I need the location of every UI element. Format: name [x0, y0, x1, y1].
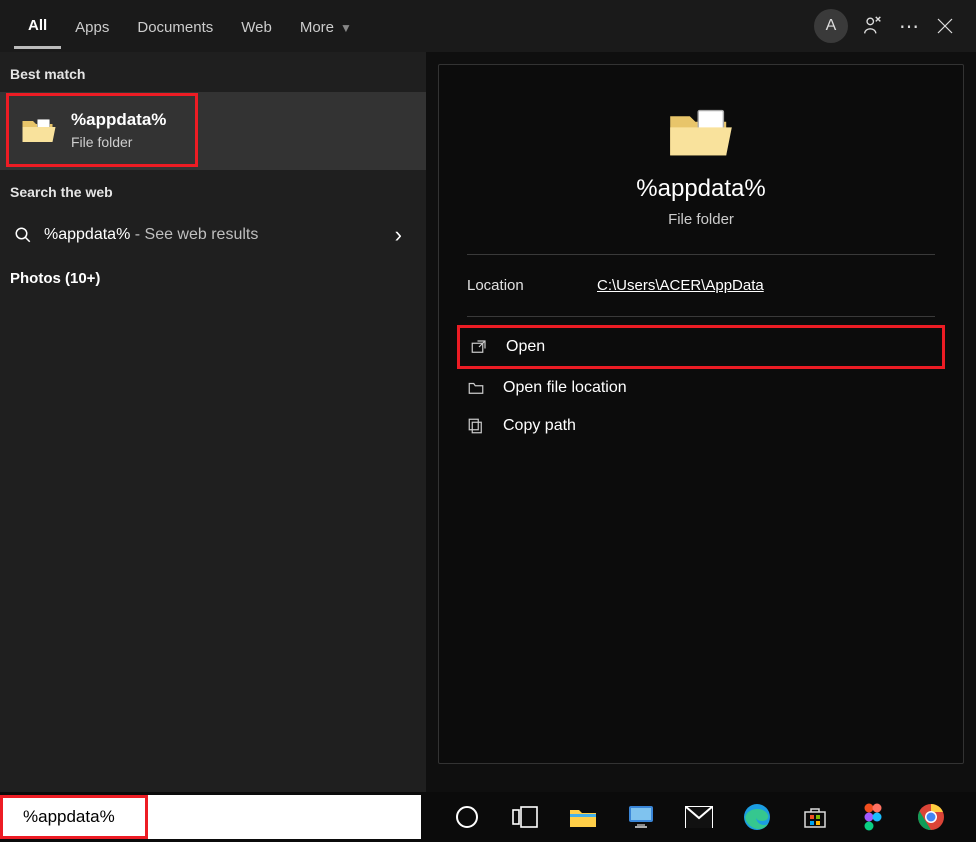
cortana-icon[interactable] — [452, 802, 482, 832]
chevron-right-icon: › — [395, 222, 412, 248]
figma-icon[interactable] — [858, 802, 888, 832]
filter-tabs: All Apps Documents Web More ▼ — [14, 3, 814, 49]
location-row: Location C:\Users\ACER\AppData — [439, 255, 963, 316]
action-open-location-label: Open file location — [503, 379, 627, 397]
best-match-text: %appdata% File folder — [71, 110, 166, 150]
best-match-heading: Best match — [0, 52, 426, 92]
taskbar — [0, 792, 976, 842]
preview-card: %appdata% File folder Location C:\Users\… — [438, 64, 964, 764]
preview-subtitle: File folder — [439, 211, 963, 228]
preview-panel: %appdata% File folder Location C:\Users\… — [426, 52, 976, 792]
search-icon — [14, 226, 32, 244]
location-path[interactable]: C:\Users\ACER\AppData — [597, 277, 764, 294]
actions-list: Open Open file location Copy path — [439, 317, 963, 453]
web-result-query: %appdata% — [44, 226, 130, 243]
action-open-file-location[interactable]: Open file location — [457, 369, 945, 407]
web-result-text: %appdata% - See web results — [44, 226, 258, 244]
best-match-wrapper: %appdata% File folder — [0, 92, 426, 170]
chrome-icon[interactable] — [916, 802, 946, 832]
task-view-icon[interactable] — [510, 802, 540, 832]
taskbar-search[interactable] — [3, 795, 421, 839]
best-match-subtitle: File folder — [71, 134, 166, 150]
search-header: All Apps Documents Web More ▼ A ⋯ — [0, 0, 976, 52]
action-copy-path[interactable]: Copy path — [457, 407, 945, 445]
tab-more-label: More — [300, 19, 334, 36]
main-area: Best match %appdata% File folder Sea — [0, 52, 976, 792]
edge-icon[interactable] — [742, 802, 772, 832]
folder-outline-icon — [467, 379, 485, 397]
chevron-down-icon: ▼ — [340, 21, 352, 35]
more-options-icon[interactable]: ⋯ — [898, 15, 920, 37]
copy-icon — [467, 417, 485, 435]
file-explorer-icon[interactable] — [568, 802, 598, 832]
web-result-row[interactable]: %appdata% - See web results › — [0, 210, 426, 260]
tab-documents[interactable]: Documents — [123, 5, 227, 48]
tab-web[interactable]: Web — [227, 5, 286, 48]
search-input[interactable] — [23, 807, 244, 827]
results-panel: Best match %appdata% File folder Sea — [0, 52, 426, 792]
search-web-heading: Search the web — [0, 170, 426, 210]
tab-apps[interactable]: Apps — [61, 5, 123, 48]
monitor-app-icon[interactable] — [626, 802, 656, 832]
tab-all[interactable]: All — [14, 3, 61, 49]
mail-icon[interactable] — [684, 802, 714, 832]
folder-icon — [21, 115, 57, 145]
tab-more[interactable]: More ▼ — [286, 5, 366, 48]
user-avatar[interactable]: A — [814, 9, 848, 43]
open-icon — [470, 338, 488, 356]
best-match-title: %appdata% — [71, 110, 166, 130]
feedback-icon[interactable] — [862, 15, 884, 37]
microsoft-store-icon[interactable] — [800, 802, 830, 832]
preview-title: %appdata% — [439, 175, 963, 203]
web-result-suffix: - See web results — [130, 226, 258, 243]
folder-icon — [666, 105, 736, 161]
photos-heading[interactable]: Photos (10+) — [0, 260, 426, 297]
close-icon[interactable] — [934, 15, 956, 37]
location-label: Location — [467, 277, 597, 294]
header-controls: A ⋯ — [814, 9, 966, 43]
action-open-label: Open — [506, 338, 545, 356]
taskbar-icons — [424, 802, 976, 832]
action-copy-path-label: Copy path — [503, 417, 576, 435]
best-match-result[interactable]: %appdata% File folder — [0, 92, 426, 170]
action-open[interactable]: Open — [457, 325, 945, 369]
